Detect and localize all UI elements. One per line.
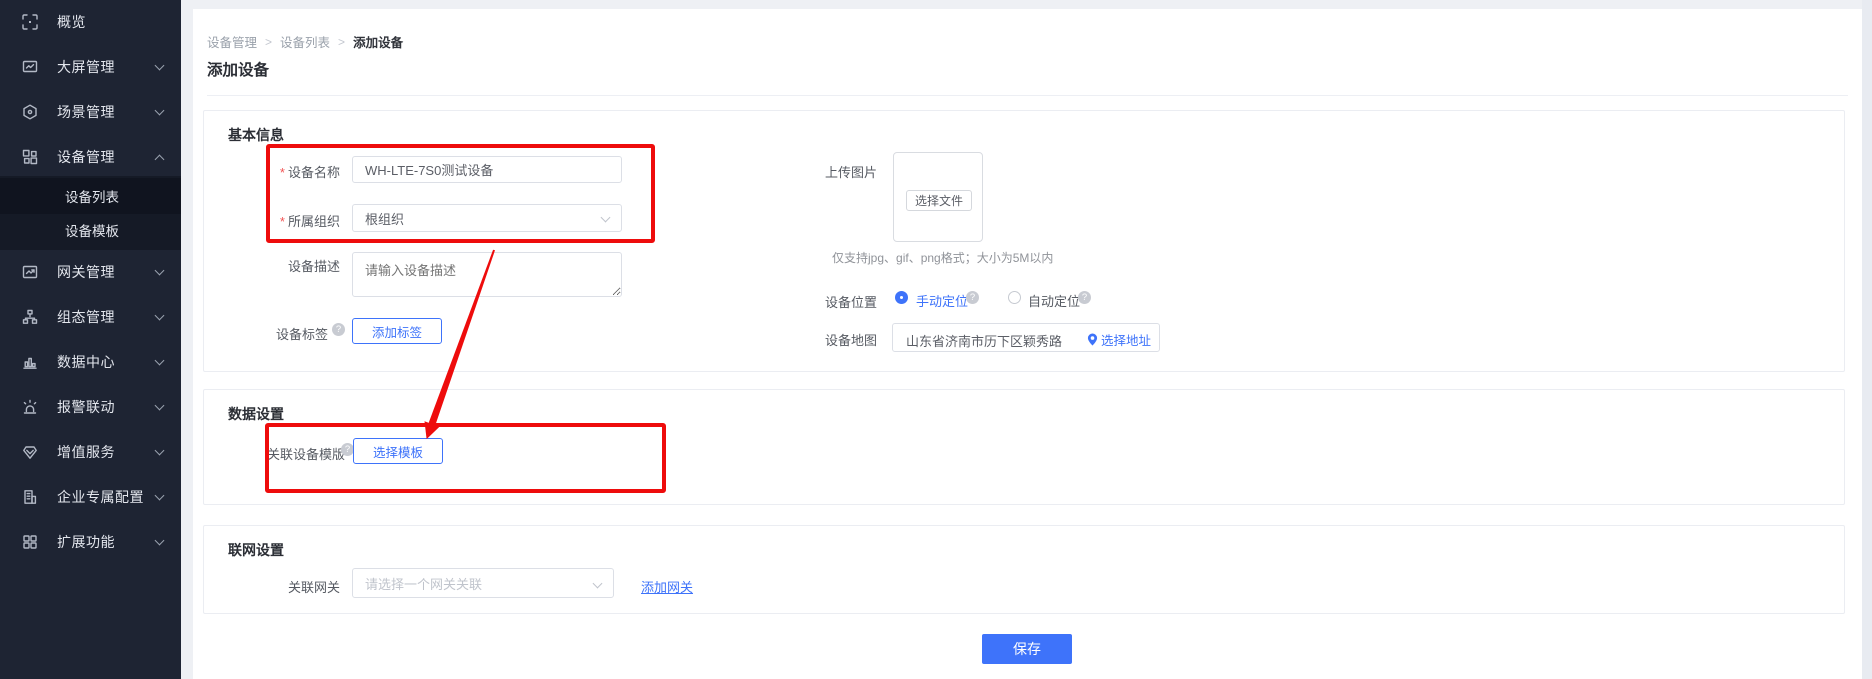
sidebar-item-alarm[interactable]: 报警联动 [0,389,181,425]
value-service-icon [22,444,38,460]
chevron-down-icon [155,536,165,546]
title-divider [207,95,1848,96]
sidebar-item-configuration[interactable]: 组态管理 [0,299,181,335]
breadcrumb-separator: > [265,35,272,49]
sidebar-item-label: 概览 [57,12,86,32]
choose-address-link[interactable]: 选择地址 [1087,330,1151,349]
scrollbar-track[interactable] [1862,0,1872,679]
choose-file-button[interactable]: 选择文件 [906,190,972,211]
chevron-down-icon [155,446,165,456]
sidebar: 概览 大屏管理 场景管理 设备管理 设备列表 设备模板 网关管理 [0,0,181,679]
sidebar-item-value-service[interactable]: 增值服务 [0,434,181,470]
sidebar-subitem-device-list[interactable]: 设备列表 [0,178,181,214]
auto-location-option[interactable]: 自动定位 [1028,291,1080,310]
sidebar-item-enterprise[interactable]: 企业专属配置 [0,479,181,515]
data-center-icon [22,354,38,370]
tags-label: 设备标签 [218,324,328,343]
description-textarea[interactable] [352,252,622,297]
manual-location-radio[interactable] [895,291,908,304]
overview-icon [22,14,38,30]
device-location-label: 设备位置 [767,292,877,311]
location-pin-icon [1087,333,1098,346]
sidebar-item-scene[interactable]: 场景管理 [0,94,181,130]
organization-label: *所属组织 [230,211,340,230]
sidebar-item-data-center[interactable]: 数据中心 [0,344,181,380]
organization-select[interactable]: 根组织 [352,204,622,232]
breadcrumb-device-list[interactable]: 设备列表 [280,32,330,51]
bigscreen-icon [22,59,38,75]
manual-location-option[interactable]: 手动定位 [916,291,968,310]
sidebar-item-label: 网关管理 [57,262,115,282]
chevron-down-icon [155,356,165,366]
upload-image-dropzone[interactable]: 选择文件 [893,152,983,242]
sidebar-item-gateway[interactable]: 网关管理 [0,254,181,290]
save-button[interactable]: 保存 [982,634,1072,664]
sidebar-item-extension[interactable]: 扩展功能 [0,524,181,560]
sidebar-submenu: 设备列表 设备模板 [0,176,181,250]
sidebar-subitem-device-template[interactable]: 设备模板 [0,212,181,248]
chevron-down-icon [155,491,165,501]
breadcrumb-device-management[interactable]: 设备管理 [207,32,257,51]
device-map-label: 设备地图 [767,330,877,349]
description-label: 设备描述 [230,256,340,275]
chevron-down-icon [155,106,165,116]
sidebar-item-label: 企业专属配置 [57,487,144,507]
help-icon[interactable]: ? [966,291,979,304]
chevron-down-icon [155,266,165,276]
chevron-down-icon [601,213,611,223]
auto-location-radio[interactable] [1008,291,1021,304]
chevron-down-icon [155,61,165,71]
configuration-icon [22,309,38,325]
sidebar-item-bigscreen[interactable]: 大屏管理 [0,49,181,85]
choose-template-button[interactable]: 选择模板 [353,438,443,464]
gateway-select[interactable]: 请选择一个网关关联 [352,568,614,598]
device-name-input[interactable] [352,156,622,183]
add-tag-button[interactable]: 添加标签 [352,318,442,344]
scene-icon [22,104,38,120]
sidebar-item-device[interactable]: 设备管理 [0,139,181,175]
alarm-icon [22,399,38,415]
data-settings-card: 数据设置 [203,389,1845,505]
sidebar-item-overview[interactable]: 概览 [0,4,181,40]
sidebar-item-label: 大屏管理 [57,57,115,77]
chevron-down-icon [155,311,165,321]
sidebar-item-label: 场景管理 [57,102,115,122]
upload-hint: 仅支持jpg、gif、png格式；大小为5M以内 [832,249,1053,266]
sidebar-item-label: 扩展功能 [57,532,115,552]
sidebar-item-label: 增值服务 [57,442,115,462]
breadcrumb-separator: > [338,35,345,49]
related-template-label: 关联设备模版 [267,444,345,463]
breadcrumb: 设备管理 > 设备列表 > 添加设备 [207,32,403,51]
add-gateway-link[interactable]: 添加网关 [641,577,693,596]
related-gateway-label: 关联网关 [230,577,340,596]
device-icon [22,149,38,165]
chevron-down-icon [593,579,603,589]
help-icon[interactable]: ? [332,323,345,336]
upload-image-label: 上传图片 [767,162,877,181]
help-icon[interactable]: ? [1078,291,1091,304]
device-map-input[interactable]: 山东省济南市历下区颖秀路 选择地址 [892,323,1160,352]
page-title: 添加设备 [207,58,269,80]
sidebar-item-label: 组态管理 [57,307,115,327]
gateway-icon [22,264,38,280]
chevron-down-icon [155,401,165,411]
data-settings-title: 数据设置 [228,404,284,424]
sidebar-item-label: 设备管理 [57,147,115,167]
sidebar-item-label: 数据中心 [57,352,115,372]
extension-icon [22,534,38,550]
device-name-label: *设备名称 [230,162,340,181]
basic-info-title: 基本信息 [228,125,284,145]
sidebar-item-label: 报警联动 [57,397,115,417]
breadcrumb-add-device: 添加设备 [353,32,403,51]
enterprise-icon [22,489,38,505]
network-settings-title: 联网设置 [228,540,284,560]
chevron-up-icon [155,155,165,165]
